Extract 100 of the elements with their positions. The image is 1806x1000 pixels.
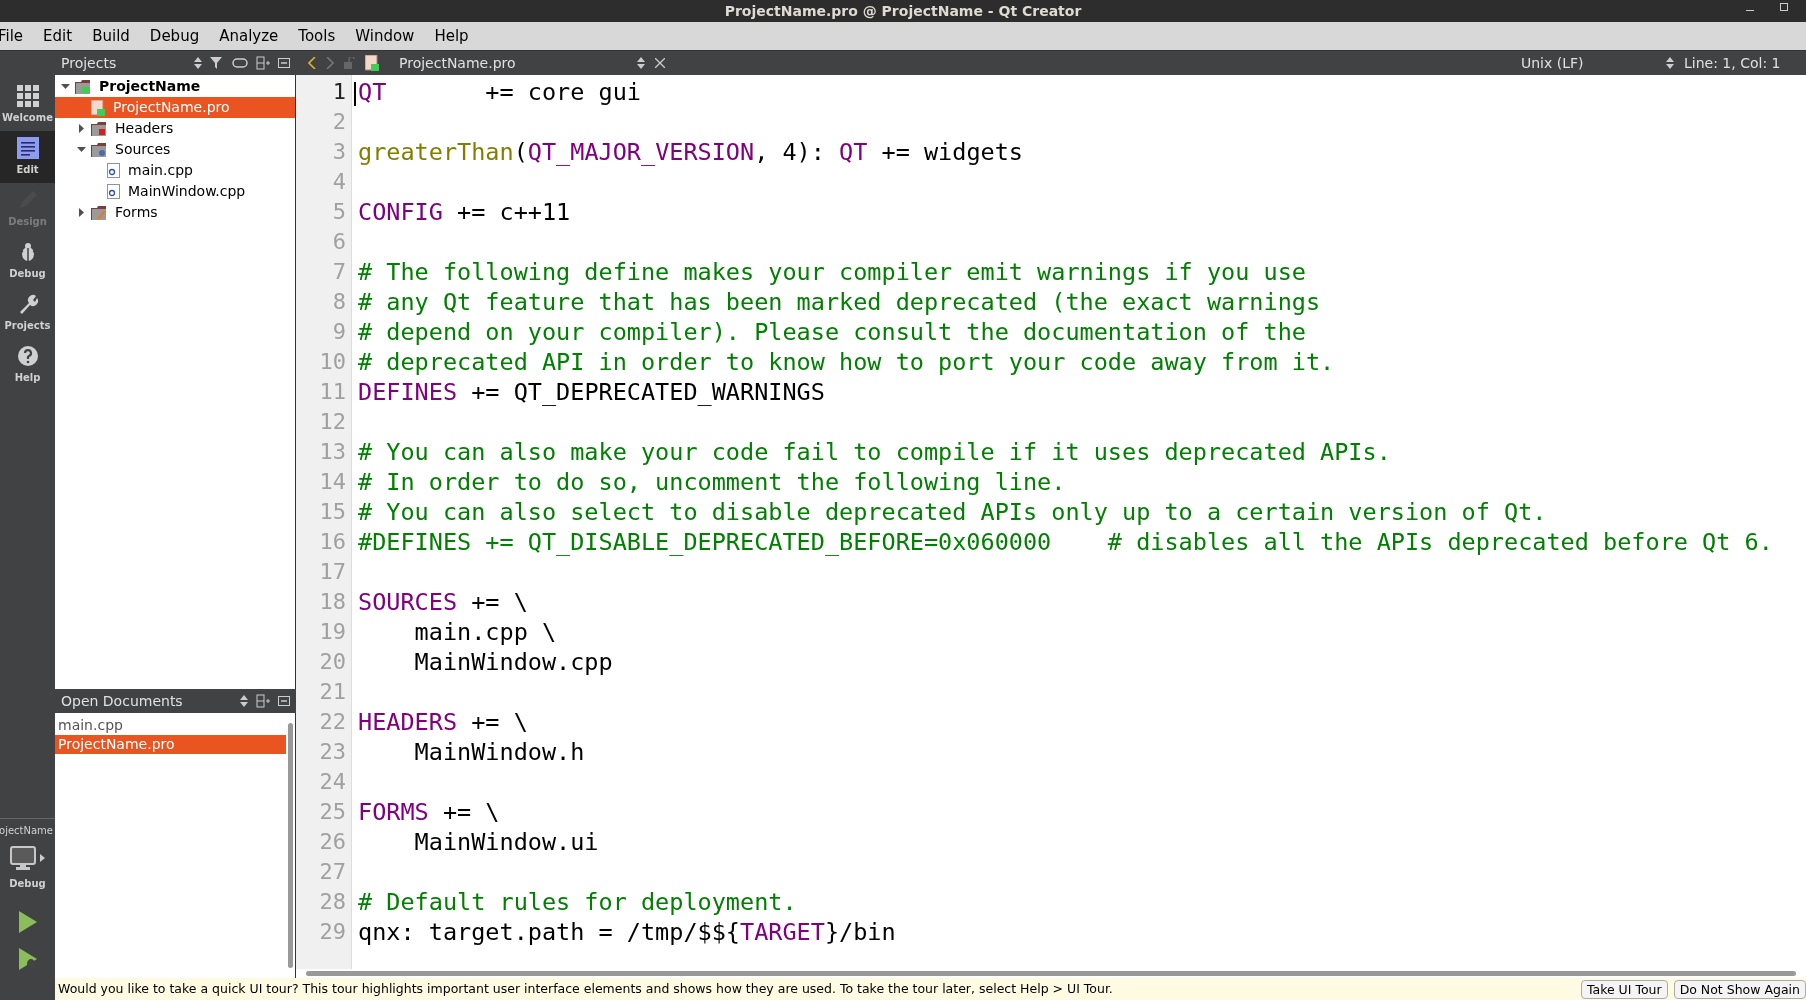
line-number: 5	[332, 198, 346, 226]
expand-arrow-icon[interactable]	[60, 82, 70, 91]
line-number: 20	[319, 648, 346, 676]
menu-item[interactable]: Debug	[149, 24, 200, 48]
restore-button[interactable]	[1780, 3, 1788, 11]
updown-icon[interactable]	[194, 57, 202, 69]
filter-icon[interactable]	[210, 57, 224, 69]
code-line: # deprecated API in order to know how to port your code away from it.	[358, 348, 1335, 376]
document-item[interactable]: ProjectName.pro	[55, 735, 286, 754]
line-number: 19	[319, 618, 346, 646]
help-icon	[16, 345, 39, 367]
expand-arrow-icon[interactable]	[76, 145, 86, 154]
code-line: greaterThan(QT_MAJOR_VERSION, 4): QT += widgets	[358, 138, 1023, 166]
line-number: 17	[319, 558, 346, 586]
window-title: ProjectName.pro @ ProjectName - Qt Creator	[724, 1, 1082, 21]
code-line: # You can also make your code fail to compile if it uses deprecated APIs.	[358, 438, 1391, 466]
line-number: 14	[319, 468, 346, 496]
back-icon[interactable]	[308, 57, 316, 69]
document-icon	[16, 137, 39, 159]
mode-button[interactable]: Help	[0, 339, 55, 391]
tree-item[interactable]: Sources	[55, 139, 295, 160]
info-message: Would you like to take a quick UI tour? This tour highlights important user interface elements and shows how they are used. To take the tour later, select Help > UI Tour.	[58, 979, 1114, 998]
cpp-file-icon	[107, 163, 120, 178]
line-number: 29	[319, 918, 346, 946]
line-number: 23	[319, 738, 346, 766]
expand-arrow-icon[interactable]	[76, 208, 86, 217]
expand-arrow-icon[interactable]	[76, 124, 86, 133]
line-endings[interactable]: Unix (LF)	[1521, 52, 1656, 74]
mode-button[interactable]: Debug	[0, 235, 55, 287]
file-name: ProjectName.pro	[399, 53, 517, 73]
line-number: 26	[319, 828, 346, 856]
tree-item[interactable]: ProjectName.pro	[55, 97, 295, 118]
line-number: 25	[319, 798, 346, 826]
code-line: qnx: target.path = /tmp/$${TARGET}/bin	[358, 918, 896, 946]
split-icon[interactable]	[256, 694, 270, 708]
debug-run-icon[interactable]	[18, 948, 37, 970]
line-number: 4	[332, 168, 346, 196]
tree-item[interactable]: Forms	[55, 202, 295, 223]
scrollbar[interactable]	[288, 723, 293, 968]
target-selector[interactable]	[10, 846, 45, 870]
grid-icon	[16, 85, 39, 107]
updown-icon[interactable]	[240, 695, 248, 707]
split-icon[interactable]	[256, 56, 270, 70]
code-line: # The following define makes your compiler emit warnings if you use	[358, 258, 1306, 286]
minimize-icon[interactable]	[278, 58, 290, 68]
line-number: 10	[319, 348, 346, 376]
line-number: 9	[332, 318, 346, 346]
monitor-icon	[10, 846, 36, 870]
forms-folder-icon	[91, 205, 107, 220]
horizontal-scrollbar[interactable]	[306, 971, 1796, 976]
tree-item[interactable]: main.cpp	[55, 160, 295, 181]
pro-file-icon	[365, 55, 379, 71]
pro-file-icon	[91, 99, 105, 116]
build-config: Debug	[9, 877, 46, 891]
tree-item[interactable]: MainWindow.cpp	[55, 181, 295, 202]
menu-item[interactable]: Tools	[298, 24, 336, 48]
minimize-icon[interactable]	[278, 696, 290, 706]
menu-item[interactable]: Window	[355, 24, 415, 48]
close-icon[interactable]	[655, 58, 665, 68]
info-button[interactable]: Do Not Show Again	[1673, 979, 1806, 999]
sources-folder-icon	[91, 142, 107, 157]
code-line: MainWindow.ui	[413, 828, 599, 856]
code-line: CONFIG += c++11	[358, 198, 571, 226]
updown-icon[interactable]	[637, 57, 645, 69]
info-button[interactable]: Take UI Tour	[1580, 979, 1668, 999]
panel-header: Open Documents	[55, 689, 296, 713]
code-line: # any Qt feature that has been marked deprecated (the exact warnings	[358, 288, 1321, 316]
mode-button[interactable]: Welcome	[0, 79, 55, 131]
menu-item[interactable]: Edit	[43, 24, 73, 48]
code-line: DEFINES += QT_DEPRECATED_WARNINGS	[358, 378, 825, 406]
menu-item[interactable]: File	[0, 24, 24, 48]
line-number: 27	[319, 858, 346, 886]
panel-header: Projects	[55, 51, 296, 75]
target-project: ojectName	[0, 824, 54, 838]
line-number: 1	[332, 78, 346, 106]
line-number: 6	[332, 228, 346, 256]
document-item[interactable]: main.cpp	[55, 716, 286, 735]
code-line: main.cpp \	[413, 618, 557, 646]
menu-item[interactable]: Help	[434, 24, 469, 48]
updown-icon[interactable]	[1666, 57, 1674, 69]
line-number: 18	[319, 588, 346, 616]
tree-item[interactable]: ProjectName	[55, 76, 295, 97]
line-number: 2	[332, 108, 346, 136]
run-icon[interactable]	[18, 911, 37, 933]
menu-item[interactable]: Analyze	[219, 24, 279, 48]
code-line: # depend on your compiler). Please consult the documentation of the	[358, 318, 1306, 346]
line-number: 8	[332, 288, 346, 316]
line-number: 22	[319, 708, 346, 736]
caret-icon	[40, 854, 45, 862]
line-number: 16	[319, 528, 346, 556]
line-number: 15	[319, 498, 346, 526]
line-number: 3	[332, 138, 346, 166]
mode-button[interactable]: Projects	[0, 287, 55, 339]
tree-item[interactable]: Headers	[55, 118, 295, 139]
mode-button[interactable]: Edit	[0, 131, 55, 183]
project-folder-icon	[75, 79, 91, 94]
line-number: 13	[319, 438, 346, 466]
code-line: # In order to do so, uncomment the following line.	[358, 468, 1066, 496]
menu-item[interactable]: Build	[92, 24, 130, 48]
code-line: QT += core gui	[358, 78, 641, 106]
